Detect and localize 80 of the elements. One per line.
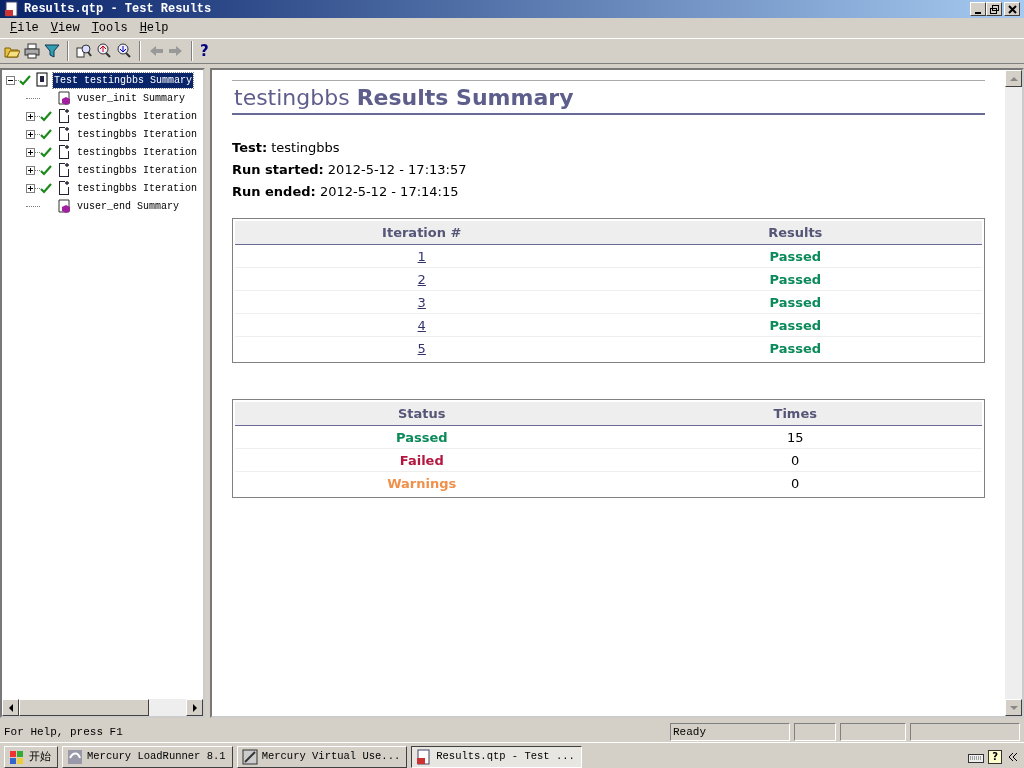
status-text: For Help, press F1 (3, 724, 124, 740)
taskbar-button[interactable]: Mercury Virtual Use... (236, 745, 408, 768)
menu-item[interactable]: Tools (85, 19, 134, 37)
result-label: Passed (769, 272, 822, 287)
find-icon[interactable] (76, 43, 92, 59)
expand-icon[interactable] (26, 111, 35, 121)
report-icon (34, 72, 50, 88)
info-line: Run started: 2012-5-12 - 17:13:57 (232, 161, 468, 179)
scroll-icon (56, 90, 72, 106)
taskbar-button[interactable]: Results.qtp - Test ... (411, 745, 582, 768)
menu-item[interactable]: View (44, 19, 86, 37)
filter-icon[interactable] (44, 43, 60, 59)
tree-item[interactable]: testingbbs Iteration (76, 144, 199, 160)
taskbar-button[interactable]: Mercury LoadRunner 8.1 (62, 745, 233, 768)
tree-item[interactable]: vuser_init Summary (76, 90, 187, 106)
tree-item[interactable]: testingbbs Iteration (76, 180, 199, 196)
status-pane: Ready (670, 723, 790, 741)
times-value: 0 (791, 453, 800, 468)
zoom-in-icon[interactable] (96, 43, 112, 59)
close-button[interactable] (1004, 2, 1020, 16)
minimize-button[interactable] (970, 2, 986, 16)
restore-icon (989, 4, 999, 14)
horizontal-scrollbar[interactable] (2, 699, 203, 716)
help-button[interactable]: ? (988, 749, 1002, 764)
result-label: Passed (769, 318, 822, 333)
expand-icon[interactable] (26, 129, 35, 139)
tree-item[interactable]: testingbbs Iteration (76, 108, 199, 124)
column-header: Iteration # (381, 224, 463, 242)
help-button[interactable]: ? (200, 43, 209, 59)
column-header: Results (767, 224, 824, 242)
tree-item[interactable]: Test testingbbs Summary (53, 72, 194, 88)
start-button[interactable]: 开始 (4, 745, 58, 768)
minimize-icon (975, 11, 981, 14)
windows-logo-icon (9, 748, 25, 765)
restore-button[interactable] (986, 2, 1002, 16)
times-value: 0 (791, 476, 800, 491)
printer-icon[interactable] (24, 43, 40, 59)
tools-icon (241, 748, 258, 765)
column-header: Status (396, 405, 447, 423)
document-icon (56, 180, 72, 196)
menu-item[interactable]: File (4, 19, 45, 37)
report-heading: testingbbs Results Summary (234, 84, 574, 112)
document-icon (56, 162, 72, 178)
right-arrow-icon[interactable] (191, 703, 198, 712)
scroll-icon (56, 198, 72, 214)
zoom-out-icon[interactable] (116, 43, 132, 59)
expand-icon[interactable] (26, 165, 35, 175)
document-icon (56, 126, 72, 142)
app-icon (4, 1, 20, 17)
iteration-link[interactable]: 2 (417, 272, 426, 287)
expand-icon[interactable] (26, 183, 35, 193)
close-icon (1007, 4, 1017, 14)
times-value: 15 (786, 430, 804, 445)
tree-item[interactable]: testingbbs Iteration (76, 162, 199, 178)
result-label: Passed (769, 249, 822, 264)
status-pane (794, 723, 836, 741)
collapse-icon[interactable] (6, 75, 15, 85)
left-arrow-icon[interactable] (7, 703, 14, 712)
column-header: Times (772, 405, 818, 423)
iteration-link[interactable]: 1 (417, 249, 426, 264)
window-title: Results.qtp - Test Results (24, 1, 213, 18)
iteration-link[interactable]: 5 (417, 341, 426, 356)
status-label: Failed (399, 453, 444, 468)
status-label: Warnings (387, 476, 457, 491)
iteration-link[interactable]: 3 (417, 295, 426, 310)
status-pane (840, 723, 906, 741)
wave-icon (67, 748, 83, 765)
info-line: Run ended: 2012-5-12 - 17:14:15 (232, 183, 460, 201)
menu-item[interactable]: Help (133, 19, 175, 37)
info-line: Test: testingbbs (232, 139, 341, 157)
report-icon (416, 748, 433, 765)
tree-item[interactable]: testingbbs Iteration (76, 126, 199, 142)
expand-icon[interactable] (26, 147, 35, 157)
result-label: Passed (769, 341, 822, 356)
document-icon (56, 144, 72, 160)
tree-item[interactable]: vuser_end Summary (76, 198, 181, 214)
document-icon (56, 108, 72, 124)
iteration-link[interactable]: 4 (417, 318, 426, 333)
result-label: Passed (769, 295, 822, 310)
status-label: Passed (395, 430, 448, 445)
